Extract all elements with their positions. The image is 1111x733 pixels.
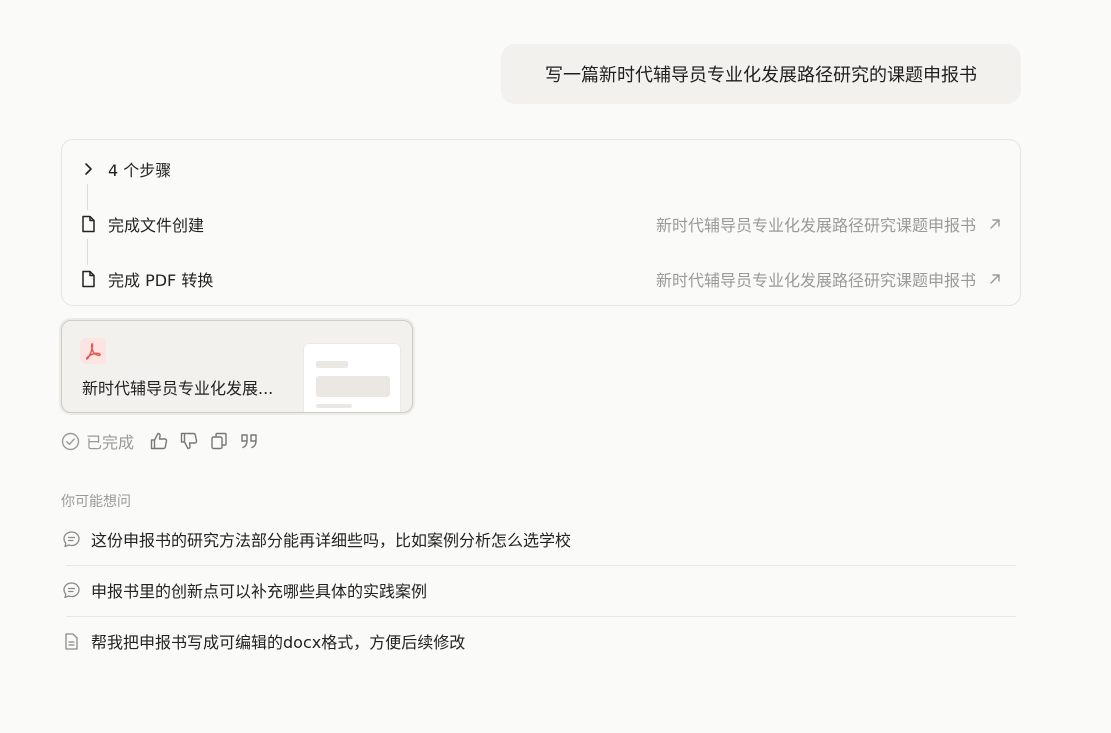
step-target-text: 新时代辅导员专业化发展路径研究课题申报书 (655, 271, 976, 290)
arrow-up-right-icon (988, 217, 1002, 231)
step-item-pdf-convert: 完成 PDF 转换 新时代辅导员专业化发展路径研究课题申报书 (80, 265, 1002, 293)
check-circle-icon (61, 432, 80, 450)
step-label: 完成文件创建 (108, 216, 205, 235)
step-label: 完成 PDF 转换 (108, 271, 214, 290)
user-message-bubble: 写一篇新时代辅导员专业化发展路径研究的课题申报书 (501, 44, 1021, 104)
document-icon (80, 269, 96, 289)
chat-bubble-icon (61, 580, 81, 600)
chat-bubble-icon (61, 529, 81, 549)
file-name: 新时代辅导员专业化发展... (82, 379, 274, 398)
step-connector-line (87, 184, 88, 210)
status-text: 已完成 (86, 433, 135, 452)
suggestion-text: 这份申报书的研究方法部分能再详细些吗，比如案例分析怎么选学校 (91, 531, 572, 550)
copy-icon[interactable] (208, 430, 230, 452)
step-item-file-create: 完成文件创建 新时代辅导员专业化发展路径研究课题申报书 (80, 210, 1002, 238)
suggestion-text: 申报书里的创新点可以补充哪些具体的实践案例 (91, 582, 428, 601)
thumbs-up-icon[interactable] (148, 430, 170, 452)
document-icon (80, 214, 96, 234)
step-target-text: 新时代辅导员专业化发展路径研究课题申报书 (655, 216, 976, 235)
arrow-up-right-icon (988, 272, 1002, 286)
quote-icon[interactable] (238, 430, 260, 452)
steps-summary: 4 个步骤 (108, 161, 172, 180)
divider (66, 616, 1016, 617)
completion-status: 已完成 (61, 429, 134, 453)
suggestions-title: 你可能想问 (61, 494, 131, 510)
step-target-link[interactable]: 新时代辅导员专业化发展路径研究课题申报书 (656, 212, 1002, 236)
thumbs-down-icon[interactable] (178, 430, 200, 452)
steps-toggle[interactable]: 4 个步骤 (80, 155, 1002, 183)
suggestion-item[interactable]: 申报书里的创新点可以补充哪些具体的实践案例 (61, 570, 1016, 610)
steps-panel: 4 个步骤 完成文件创建 新时代辅导员专业化发展路径研究课题申报书 完成 PDF… (61, 139, 1021, 306)
user-message-text: 写一篇新时代辅导员专业化发展路径研究的课题申报书 (545, 65, 977, 86)
step-connector-line (87, 239, 88, 265)
suggestion-item[interactable]: 这份申报书的研究方法部分能再详细些吗，比如案例分析怎么选学校 (61, 519, 1016, 559)
divider (66, 565, 1016, 566)
pdf-file-card[interactable]: 新时代辅导员专业化发展... (61, 320, 413, 413)
file-thumbnail (303, 343, 401, 412)
message-actions: 已完成 (61, 430, 260, 452)
suggestion-item[interactable]: 帮我把申报书写成可编辑的docx格式，方便后续修改 (61, 621, 1016, 661)
suggestion-text: 帮我把申报书写成可编辑的docx格式，方便后续修改 (91, 633, 466, 652)
pdf-icon (80, 338, 106, 364)
step-target-link[interactable]: 新时代辅导员专业化发展路径研究课题申报书 (656, 267, 1002, 291)
chevron-right-icon (80, 159, 96, 179)
document-icon (61, 631, 81, 651)
